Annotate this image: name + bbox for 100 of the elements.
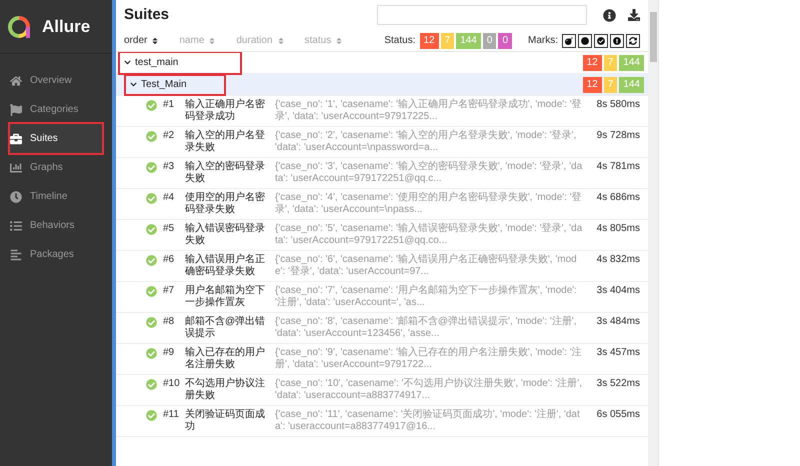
clock-icon [10,190,22,202]
flag-icon [10,104,22,116]
test-description: {'case_no': '10', 'casename': '不勾选用户协议注册失败', 'mode': '注册', 'data': 'useraccount=a883774917... [275,378,583,402]
test-description: {'case_no': '8', 'casename': '邮箱不含@弹出错误提示', 'mode': '注册', 'data': 'userAccount=123456', 'asse... [275,316,578,340]
test-case-row[interactable]: #1 输入正确用户名密码登录成功 {'case_no': '1', 'casename': '输入正确用户名密码登录成功', 'mode': '登录', 'data': 'userAccount=97917225... 8s 580ms [116,96,648,127]
suite-header[interactable]: Test_Main [126,76,224,94]
logo-icon [8,16,30,38]
lines-icon [10,248,22,260]
test-title: 不勾选用户协议注册失败 [185,378,266,402]
mark-filter-button[interactable] [562,34,576,48]
test-number: #6 [163,254,176,266]
test-description: {'case_no': '6', 'casename': '输入错误用户名正确密码登录失败', 'mode': '登录', 'data': 'userAccount=97... [275,254,578,278]
status-count: 0 [498,32,512,48]
sort-icon [335,36,344,44]
test-description: {'case_no': '2', 'casename': '输入空的用户名登录失败', 'mode': '登录', 'data': 'userAccount=\npassword=a... [275,130,578,154]
test-title: 用户名邮箱为空下一步操作置灰 [185,285,266,309]
test-title: 使用空的用户名密码登录失败 [185,192,266,216]
test-number: #2 [163,130,176,142]
test-duration: 6s 055ms [596,409,640,421]
mark-filter-button[interactable] [594,34,608,48]
test-description: {'case_no': '3', 'casename': '输入空的密码登录失败', 'mode': '登录', 'data': 'userAccount=979172251@qq.c... [275,161,584,185]
test-title: 输入错误密码登录失败 [185,223,266,247]
test-case-row[interactable]: #3 输入空的密码登录失败 {'case_no': '3', 'casename': '输入空的密码登录失败', 'mode': '登录', 'data': 'userAccount=979172251@qq.c... 4s 781ms [116,158,648,189]
test-number: #4 [163,192,176,204]
test-title: 关闭验证码页面成功 [185,409,266,433]
sort-icon [208,36,216,44]
test-title: 输入正确用户名密码登录成功 [185,99,266,123]
home-icon [10,74,22,86]
test-number: #3 [163,161,176,173]
test-case-row[interactable]: #11 关闭验证码页面成功 {'case_no': '11', 'casename': '关闭验证码页面成功', 'mode': '注册', 'data': 'useraccount=a883774917@16... 6s 055ms [116,406,648,437]
test-description: {'case_no': '9', 'casename': '输入已存在的用户名注册失败', 'mode': '注册', 'data': 'userAccount=9791722... [275,347,583,371]
status-filter-label: Status: [384,34,416,48]
test-duration: 4s 805ms [596,223,640,235]
test-case-row[interactable]: #8 邮箱不含@弹出错误提示 {'case_no': '8', 'casename': '邮箱不含@弹出错误提示', 'mode': '注册', 'data': 'userAccount=123456', 'asse... 3s 484ms [116,313,648,344]
test-description: {'case_no': '4', 'casename': '使用空的用户名密码登录失败', 'mode': '登录', 'data': 'userAccount=\npass... [275,192,583,216]
bar-chart-icon [10,162,22,174]
mark-filter-button[interactable] [578,34,592,48]
sidebar-item[interactable]: Overview [10,66,102,95]
status-count: 144 [619,54,644,70]
test-case-row[interactable]: #4 使用空的用户名密码登录失败 {'case_no': '4', 'casename': '使用空的用户名密码登录失败', 'mode': '登录', 'data': 'userAccount=\npass... 4s 686ms [116,189,648,220]
exclamation-icon [613,36,621,44]
test-case-row[interactable]: #5 输入错误密码登录失败 {'case_no': '5', 'casename': '输入错误密码登录失败', 'mode': '登录', 'data': 'userAccount=979172251@qq.co... 4s 805ms [116,220,648,251]
list-icon [10,220,22,232]
test-number: #1 [163,99,176,111]
sidebar-item[interactable]: Timeline [10,182,102,211]
test-duration: 3s 484ms [596,316,640,328]
suite-group-header[interactable]: test_main [120,52,240,72]
test-duration: 3s 457ms [596,347,640,359]
test-duration: 4s 832ms [596,254,640,266]
status-count: 12 [420,32,439,48]
test-description: {'case_no': '7', 'casename': '用户名邮箱为空下一步操作置灰', 'mode': '注册', 'data': 'userAccount=', 'as... [275,285,578,309]
status-count: 7 [604,54,618,70]
test-case-row[interactable]: #9 输入已存在的用户名注册失败 {'case_no': '9', 'casename': '输入已存在的用户名注册失败', 'mode': '注册', 'data': 'userAccount=9791722... 3s 457ms [116,344,648,375]
test-number: #11 [163,409,180,421]
chevron-down-icon [124,59,131,66]
app-logo-text: Allure [42,16,90,38]
mark-filter-button[interactable] [610,34,624,48]
test-title: 输入空的密码登录失败 [185,161,266,185]
test-number: #5 [163,223,176,235]
test-duration: 8s 580ms [596,99,640,111]
circle-icon [581,36,589,44]
status-count: 7 [604,76,618,92]
test-number: #9 [163,347,176,359]
sidebar-item[interactable]: Categories [10,95,102,124]
info-icon[interactable] [603,8,616,22]
test-title: 邮箱不含@弹出错误提示 [185,316,266,340]
refresh-icon [629,36,637,44]
status-count: 7 [440,32,454,48]
sort-column[interactable]: order [124,33,160,48]
test-case-row[interactable]: #10 不勾选用户协议注册失败 {'case_no': '10', 'casename': '不勾选用户协议注册失败', 'mode': '注册', 'data': 'useraccount=a883774917... 3s 522ms [116,375,648,406]
download-icon[interactable] [628,9,640,21]
sidebar-item[interactable]: Packages [10,240,102,269]
status-count: 144 [619,76,644,92]
test-case-row[interactable]: #2 输入空的用户名登录失败 {'case_no': '2', 'casename': '输入空的用户名登录失败', 'mode': '登录', 'data': 'userAccount=\npassword=a... 9s 728ms [116,127,648,158]
test-description: {'case_no': '5', 'casename': '输入错误密码登录失败', 'mode': '登录', 'data': 'userAccount=979172251@qq.co... [275,223,584,247]
sidebar-item[interactable]: Suites [10,124,102,153]
test-duration: 4s 781ms [596,161,640,173]
test-title: 输入空的用户名登录失败 [185,130,266,154]
page-title: Suites [124,4,170,25]
status-count: 12 [582,76,602,92]
test-duration: 3s 522ms [596,378,640,390]
test-duration: 4s 686ms [596,192,640,204]
status-count: 12 [582,54,602,70]
sidebar-item[interactable]: Behaviors [10,211,102,240]
test-case-row[interactable]: #7 用户名邮箱为空下一步操作置灰 {'case_no': '7', 'casename': '用户名邮箱为空下一步操作置灰', 'mode': '注册', 'data': 'userAccount=', 'as... 3s 404ms [116,282,648,313]
test-case-row[interactable]: #6 输入错误用户名正确密码登录失败 {'case_no': '6', 'casename': '输入错误用户名正确密码登录失败', 'mode': '登录', 'data': 'userAccount=97... 4s 832ms [116,251,648,282]
search-field[interactable] [377,5,587,25]
sort-icon [151,36,160,44]
marks-label: Marks: [528,34,558,48]
test-description: {'case_no': '1', 'casename': '输入正确用户名密码登录成功', 'mode': '登录', 'data': 'userAccount=97917225... [275,99,583,123]
test-duration: 9s 728ms [596,130,640,142]
test-number: #8 [163,316,176,328]
test-duration: 3s 404ms [596,285,640,297]
test-description: {'case_no': '11', 'casename': '关闭验证码页面成功', 'mode': '注册', 'data': 'useraccount=a883774917@16... [275,409,581,433]
sidebar-item[interactable]: Graphs [10,153,102,182]
sort-icon [276,36,285,44]
chevron-down-icon [130,81,137,88]
test-title: 输入已存在的用户名注册失败 [185,347,266,371]
status-count: 0 [482,32,496,48]
mark-filter-button[interactable] [626,34,640,48]
